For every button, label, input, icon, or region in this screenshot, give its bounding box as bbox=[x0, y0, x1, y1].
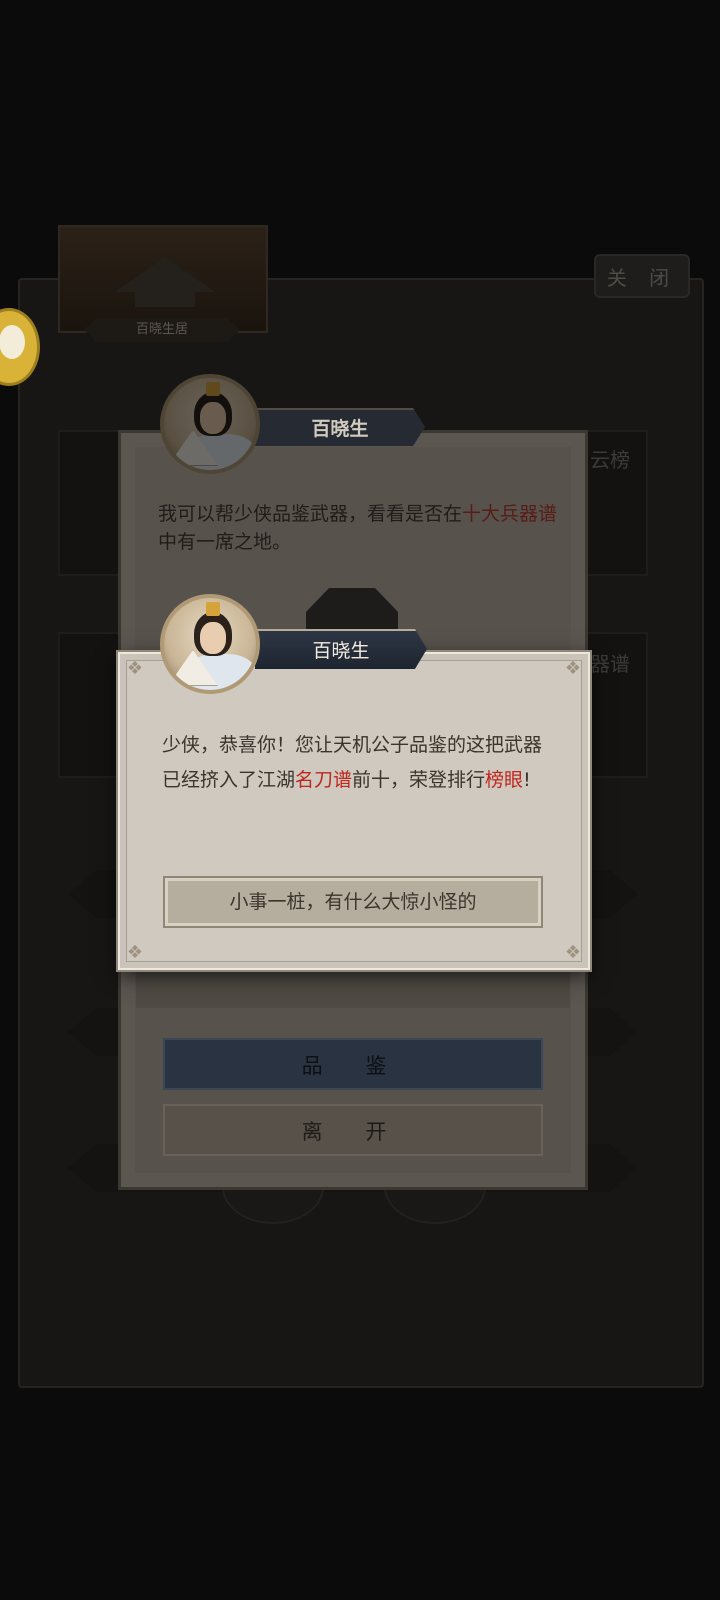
speaker-nameplate-1: 百晓生 bbox=[255, 408, 425, 446]
building-name-label: 百晓生居 bbox=[84, 318, 240, 342]
corner-ornament-icon: ❖ bbox=[564, 658, 582, 679]
right-card-1: 云榜 bbox=[586, 430, 648, 576]
speaker-portrait-2 bbox=[160, 594, 260, 694]
portrait-crown-icon bbox=[206, 382, 220, 396]
building-icon bbox=[115, 257, 215, 307]
dialog-2-text-part3: ! bbox=[523, 769, 531, 791]
mascot-face-icon bbox=[0, 325, 25, 359]
speaker-portrait-1 bbox=[160, 374, 260, 474]
dialog-2-text-highlight2: 榜眼 bbox=[485, 769, 524, 791]
left-card-2 bbox=[58, 632, 120, 778]
left-card-1 bbox=[58, 430, 120, 576]
dialog-2-text-highlight1: 名刀谱 bbox=[295, 769, 353, 791]
dialog-1-text-before: 我可以帮少侠品鉴武器，看看是否在 bbox=[158, 503, 463, 525]
portrait-crown-icon bbox=[206, 602, 220, 616]
corner-ornament-icon: ❖ bbox=[564, 942, 582, 963]
corner-ornament-icon: ❖ bbox=[126, 942, 144, 963]
leave-button[interactable]: 离 开 bbox=[163, 1104, 543, 1156]
result-dialog-text: 少侠，恭喜你！您让天机公子品鉴的这把武器已经挤入了江湖名刀谱前十，荣登排行榜眼! bbox=[162, 728, 552, 798]
dialog-1-text-after: 中有一席之地。 bbox=[158, 531, 292, 553]
weapon-slot-strip bbox=[136, 968, 570, 1008]
portrait-face-icon bbox=[200, 622, 226, 654]
speaker-nameplate-2: 百晓生 bbox=[255, 629, 427, 669]
dialog-2-text-part2: 前十，荣登排行 bbox=[352, 769, 486, 791]
right-card-2: 器谱 bbox=[586, 632, 648, 778]
appraise-button[interactable]: 品 鉴 bbox=[163, 1038, 543, 1090]
right-card-1-label: 云榜 bbox=[590, 448, 630, 472]
appraisal-dialog-text: 我可以帮少侠品鉴武器，看看是否在十大兵器谱中有一席之地。 bbox=[158, 500, 558, 556]
building-card[interactable] bbox=[58, 225, 268, 333]
right-card-2-label: 器谱 bbox=[590, 652, 630, 676]
corner-ornament-icon: ❖ bbox=[126, 658, 144, 679]
portrait-face-icon bbox=[200, 402, 226, 434]
dialog-1-text-highlight: 十大兵器谱 bbox=[462, 503, 558, 525]
confirm-button[interactable]: 小事一桩，有什么大惊小怪的 bbox=[163, 876, 543, 928]
close-button[interactable]: 关 闭 bbox=[594, 254, 690, 298]
